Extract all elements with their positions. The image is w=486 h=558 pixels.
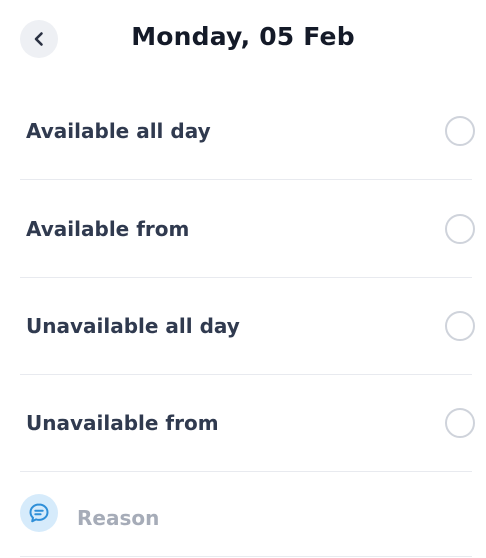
header: Monday, 05 Feb [0,0,486,80]
option-unavailable-all-day[interactable]: Unavailable all day [20,277,475,375]
reason-field[interactable]: Reason [20,472,472,557]
option-label: Available from [26,216,190,241]
chat-bubble-icon [20,494,58,532]
page-title: Monday, 05 Feb [131,22,355,51]
availability-screen: Monday, 05 Feb Available all day Availab… [0,0,486,558]
option-unavailable-from[interactable]: Unavailable from [20,374,475,472]
radio-button[interactable] [445,213,475,244]
option-available-from[interactable]: Available from [20,180,475,278]
radio-button[interactable] [445,310,475,341]
option-label: Unavailable from [26,410,219,435]
option-label: Available all day [26,118,211,143]
radio-button[interactable] [445,115,475,146]
radio-button[interactable] [445,407,475,438]
option-available-all-day[interactable]: Available all day [20,82,475,180]
reason-placeholder: Reason [77,506,160,530]
option-label: Unavailable all day [26,313,240,338]
